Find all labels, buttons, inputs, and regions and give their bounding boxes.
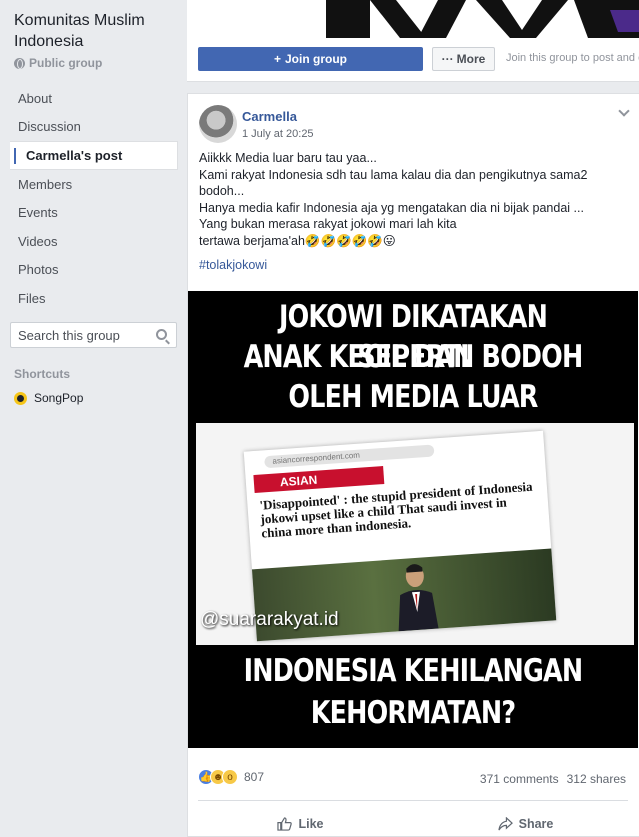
- nav-item-files[interactable]: Files: [10, 284, 178, 313]
- like-button[interactable]: Like: [188, 810, 413, 837]
- post-line: Aiikkk Media luar baru tau yaa...: [199, 151, 377, 165]
- group-privacy: Public group: [14, 56, 102, 70]
- author-avatar[interactable]: [199, 105, 237, 143]
- engagement-counts: 371 comments 312 shares: [480, 772, 626, 786]
- image-watermark: @suararakyat.id: [200, 609, 339, 630]
- nav-item-post[interactable]: Carmella's post: [10, 141, 178, 170]
- article-url: asiancorrespondent.com: [264, 444, 435, 469]
- post-line: Hanya media kafir Indonesia aja yg menga…: [199, 200, 584, 215]
- post-timestamp[interactable]: 1 July at 20:25: [242, 128, 314, 140]
- join-group-label: Join group: [285, 52, 347, 66]
- share-arrow-icon: [497, 817, 513, 831]
- nav-item-about[interactable]: About: [10, 84, 178, 113]
- more-label: More: [456, 52, 486, 66]
- shortcuts-heading: Shortcuts: [14, 367, 71, 381]
- person-silhouette: [398, 564, 439, 632]
- group-nav: About Discussion Carmella's post Members…: [10, 84, 178, 313]
- post-actions: Like Share: [188, 810, 638, 837]
- join-hint-text: Join this group to post and c: [506, 52, 639, 64]
- post-stats: 👍 ☻ o 807 371 comments 312 shares: [188, 765, 638, 793]
- group-name[interactable]: Komunitas Muslim Indonesia: [14, 10, 182, 52]
- wow-reaction-icon: o: [222, 769, 238, 785]
- post-line: Kami rakyat Indonesia sdh tau lama kalau…: [199, 167, 588, 182]
- group-search-input[interactable]: Search this group: [10, 322, 177, 348]
- like-label: Like: [298, 817, 324, 831]
- nav-item-photos[interactable]: Photos: [10, 256, 178, 285]
- join-group-button[interactable]: + Join group: [198, 47, 423, 71]
- image-headline-line: ANAK KECIL DAN BODOH: [243, 339, 584, 375]
- group-privacy-label: Public group: [29, 56, 103, 70]
- plus-icon: +: [273, 52, 281, 66]
- left-sidebar: Komunitas Muslim Indonesia Public group …: [0, 0, 186, 837]
- chevron-down-icon[interactable]: [618, 105, 630, 117]
- comments-count[interactable]: 371 comments: [480, 772, 559, 786]
- songpop-icon: [14, 391, 27, 405]
- ellipsis-icon: ···: [441, 52, 454, 66]
- post-body: Aiikkk Media luar baru tau yaa... Kami r…: [199, 150, 629, 249]
- post-photo[interactable]: JOKOWI DIKATAKAN SEPERTI ANAK KECIL DAN …: [188, 291, 638, 748]
- post-line: Yang bukan merasa rakyat jokowi mari lah…: [199, 217, 457, 231]
- nav-item-videos[interactable]: Videos: [10, 227, 178, 256]
- share-label: Share: [518, 817, 554, 831]
- image-headline-line: KEHORMATAN?: [310, 695, 516, 731]
- shortcut-songpop[interactable]: SongPop: [14, 391, 83, 405]
- article-brand: ASIAN: [253, 466, 385, 494]
- post-author[interactable]: Carmella: [242, 109, 297, 124]
- post-line: tertawa berjama'ah🤣🤣🤣🤣🤣😛: [199, 233, 396, 248]
- search-icon[interactable]: [156, 329, 167, 340]
- shortcut-label: SongPop: [34, 391, 84, 405]
- post-card: Carmella 1 July at 20:25 Aiikkk Media lu…: [187, 93, 639, 837]
- thumbs-up-icon: [277, 817, 293, 831]
- group-header-card: + Join group ··· More Join this group to…: [187, 0, 639, 82]
- image-headline-line: OLEH MEDIA LUAR: [288, 379, 538, 415]
- post-line: bodoh...: [199, 184, 245, 198]
- nav-item-discussion[interactable]: Discussion: [10, 113, 178, 142]
- shares-count[interactable]: 312 shares: [567, 772, 626, 786]
- more-button[interactable]: ··· More: [432, 47, 495, 71]
- actions-divider: [198, 800, 628, 801]
- reactions-summary[interactable]: 👍 ☻ o 807: [198, 769, 264, 785]
- hashtag-link[interactable]: #tolakjokowi: [199, 258, 267, 272]
- cover-photo: [326, 0, 639, 38]
- globe-icon: [14, 57, 25, 69]
- nav-item-members[interactable]: Members: [10, 170, 178, 199]
- reaction-count: 807: [244, 770, 265, 784]
- share-button[interactable]: Share: [413, 810, 638, 837]
- image-headline-line: INDONESIA KEHILANGAN: [243, 653, 584, 689]
- search-placeholder: Search this group: [18, 327, 120, 343]
- nav-item-events[interactable]: Events: [10, 198, 178, 227]
